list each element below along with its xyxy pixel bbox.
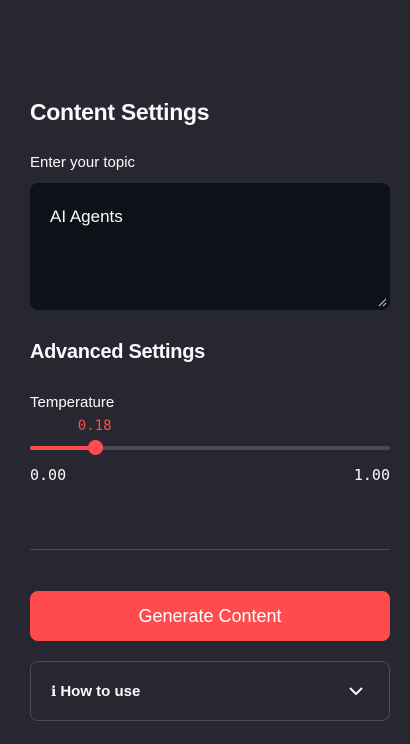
temperature-slider-thumb[interactable]	[87, 440, 103, 455]
topic-label: Enter your topic	[30, 154, 136, 171]
temperature-value: 0.18	[77, 418, 112, 434]
chevron-down-icon[interactable]	[349, 687, 363, 696]
expander-label: How to use	[60, 682, 141, 700]
advanced-settings-heading: Advanced Settings	[30, 341, 205, 363]
resize-grip-icon[interactable]	[378, 298, 387, 307]
temperature-max-label: 1.00	[353, 466, 390, 484]
topic-input[interactable]	[30, 183, 390, 310]
temperature-label: Temperature	[30, 394, 115, 411]
how-to-use-expander[interactable]: ℹ How to use	[30, 661, 390, 721]
expander-title: ℹ How to use	[51, 683, 140, 700]
generate-content-button[interactable]: Generate Content	[30, 591, 390, 641]
temperature-min-label: 0.00	[30, 466, 67, 484]
sidebar: Content Settings Enter your topic Advanc…	[0, 0, 410, 744]
info-icon: ℹ	[51, 682, 57, 699]
temperature-slider-track[interactable]	[30, 440, 390, 455]
divider	[30, 549, 390, 550]
temperature-slider-fill	[30, 446, 95, 450]
topic-textarea-container	[30, 183, 390, 310]
content-settings-heading: Content Settings	[30, 99, 210, 125]
